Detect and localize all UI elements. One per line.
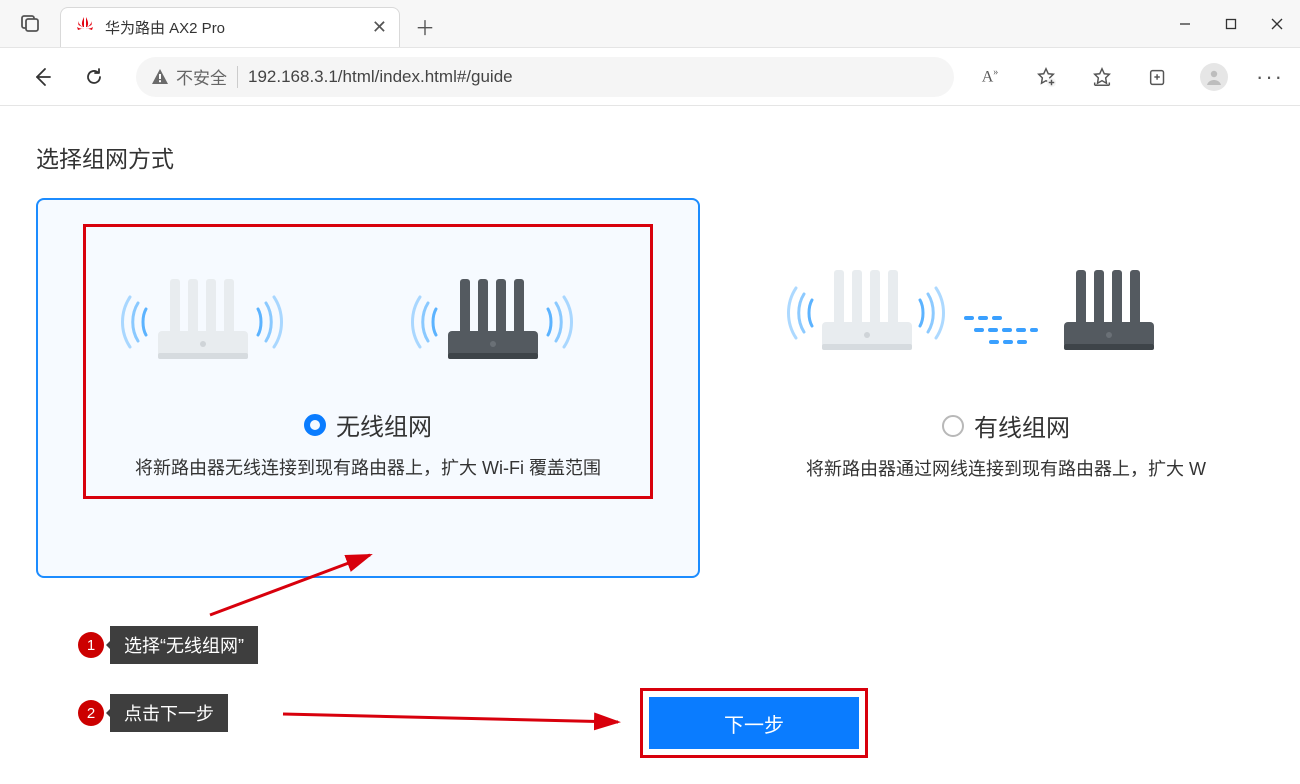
next-button[interactable]: 下一步 bbox=[649, 697, 859, 749]
annotation-step-2: 2 点击下一步 bbox=[78, 694, 228, 732]
avatar-icon bbox=[1200, 63, 1228, 91]
insecure-site-icon bbox=[150, 67, 170, 87]
browser-navbar: 不安全 192.168.3.1/html/index.html#/guide A… bbox=[0, 48, 1300, 106]
huawei-favicon-icon bbox=[75, 15, 95, 40]
nav-back-button[interactable] bbox=[22, 57, 62, 97]
url-text: 192.168.3.1/html/index.html#/guide bbox=[248, 67, 513, 87]
window-controls bbox=[1162, 0, 1300, 48]
option-wireless-label: 无线组网 bbox=[336, 407, 432, 442]
radio-wired[interactable] bbox=[942, 415, 964, 437]
browser-titlebar: 华为路由 AX2 Pro ✕ ＋ bbox=[0, 0, 1300, 48]
favorites-icon[interactable] bbox=[1080, 57, 1124, 97]
window-minimize-button[interactable] bbox=[1162, 0, 1208, 48]
read-aloud-icon[interactable]: A» bbox=[968, 57, 1012, 97]
wired-illustration bbox=[776, 248, 1236, 378]
annotation-arrow-2 bbox=[278, 700, 638, 740]
collections-icon[interactable] bbox=[1136, 57, 1180, 97]
annotation-text-2: 点击下一步 bbox=[110, 694, 228, 732]
annotation-text-1: 选择“无线组网” bbox=[110, 626, 258, 664]
profile-button[interactable] bbox=[1192, 57, 1236, 97]
annotation-highlight-box: 无线组网 将新路由器无线连接到现有路由器上，扩大 Wi-Fi 覆盖范围 bbox=[83, 224, 653, 499]
window-close-button[interactable] bbox=[1254, 0, 1300, 48]
browser-tab[interactable]: 华为路由 AX2 Pro ✕ bbox=[60, 7, 400, 47]
tab-title: 华为路由 AX2 Pro bbox=[105, 17, 225, 38]
nav-refresh-button[interactable] bbox=[74, 57, 114, 97]
page-content: 选择组网方式 bbox=[0, 106, 1300, 578]
annotation-arrow-1 bbox=[200, 545, 400, 625]
new-tab-button[interactable]: ＋ bbox=[410, 11, 440, 41]
favorite-add-icon[interactable] bbox=[1024, 57, 1068, 97]
separator bbox=[237, 66, 238, 88]
annotation-step-1: 1 选择“无线组网” bbox=[78, 626, 258, 664]
address-bar[interactable]: 不安全 192.168.3.1/html/index.html#/guide bbox=[136, 57, 954, 97]
radio-wireless[interactable] bbox=[304, 414, 326, 436]
wireless-illustration bbox=[90, 257, 646, 377]
tab-close-icon[interactable]: ✕ bbox=[372, 17, 387, 38]
option-wired-label: 有线组网 bbox=[974, 408, 1070, 443]
more-menu-button[interactable]: ··· bbox=[1248, 57, 1292, 97]
option-card-wired[interactable]: 有线组网 将新路由器通过网线连接到现有路由器上，扩大 W bbox=[748, 198, 1264, 578]
option-wired-desc: 将新路由器通过网线连接到现有路由器上，扩大 W bbox=[776, 455, 1236, 481]
insecure-label: 不安全 bbox=[176, 64, 227, 89]
annotation-highlight-next: 下一步 bbox=[640, 688, 868, 758]
tab-actions-icon[interactable] bbox=[14, 7, 46, 39]
page-title: 选择组网方式 bbox=[36, 140, 1264, 174]
option-wireless-desc: 将新路由器无线连接到现有路由器上，扩大 Wi-Fi 覆盖范围 bbox=[90, 454, 646, 480]
option-card-wireless[interactable]: 无线组网 将新路由器无线连接到现有路由器上，扩大 Wi-Fi 覆盖范围 bbox=[36, 198, 700, 578]
window-maximize-button[interactable] bbox=[1208, 0, 1254, 48]
